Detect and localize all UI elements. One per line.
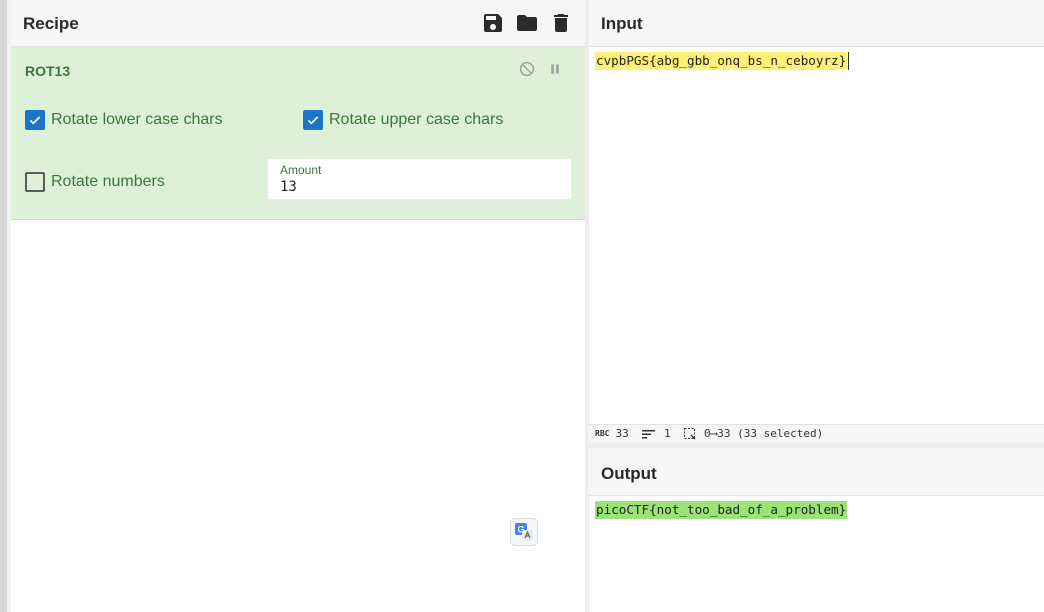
amount-input[interactable] [280, 179, 560, 195]
rotate-lower-checkbox[interactable]: Rotate lower case chars [25, 110, 223, 130]
rotate-upper-label: Rotate upper case chars [329, 111, 504, 128]
selection-icon [684, 427, 696, 440]
output-header [589, 448, 1044, 496]
abc-icon: RBC [595, 429, 610, 438]
output-text[interactable]: picoCTF{not_too_bad_of_a_problem} [595, 501, 848, 519]
left-scrollbar[interactable] [0, 0, 7, 612]
input-textarea[interactable] [589, 47, 1044, 424]
rotate-upper-checkbox[interactable]: Rotate upper case chars [303, 110, 503, 130]
rotate-numbers-checkbox[interactable]: Rotate numbers [25, 172, 165, 192]
input-header [589, 0, 1044, 47]
lines-icon [642, 429, 655, 438]
pause-icon[interactable] [546, 60, 564, 78]
checkbox-checked-icon[interactable] [303, 110, 323, 130]
selection-stat: 0⟶33 (33 selected) [684, 427, 823, 440]
disable-icon[interactable] [518, 60, 536, 78]
selection-value: 0⟶33 (33 selected) [704, 427, 824, 440]
text-caret [848, 52, 849, 70]
folder-icon[interactable] [515, 11, 539, 35]
checkbox-unchecked-icon[interactable] [25, 172, 45, 192]
lines-value: 1 [664, 427, 671, 440]
save-icon[interactable] [481, 11, 505, 35]
checkbox-checked-icon[interactable] [25, 110, 45, 130]
input-title: Input [601, 14, 643, 33]
length-stat: RBC 33 [595, 427, 629, 440]
amount-label: Amount [280, 163, 322, 177]
operation-title: ROT13 [25, 63, 71, 79]
trash-icon[interactable] [549, 11, 573, 35]
input-status-bar: RBC 33 1 0⟶33 (33 selected) [589, 424, 1044, 444]
length-value: 33 [615, 427, 629, 440]
rotate-lower-label: Rotate lower case chars [51, 111, 223, 128]
lines-stat: 1 [642, 427, 671, 440]
translate-icon[interactable]: G [511, 519, 537, 545]
recipe-title: Recipe [23, 14, 79, 33]
output-title: Output [601, 464, 657, 483]
input-text[interactable]: cvpbPGS{abg_gbb_onq_bs_n_ceboyrz} [595, 52, 848, 70]
rotate-numbers-label: Rotate numbers [51, 173, 165, 190]
